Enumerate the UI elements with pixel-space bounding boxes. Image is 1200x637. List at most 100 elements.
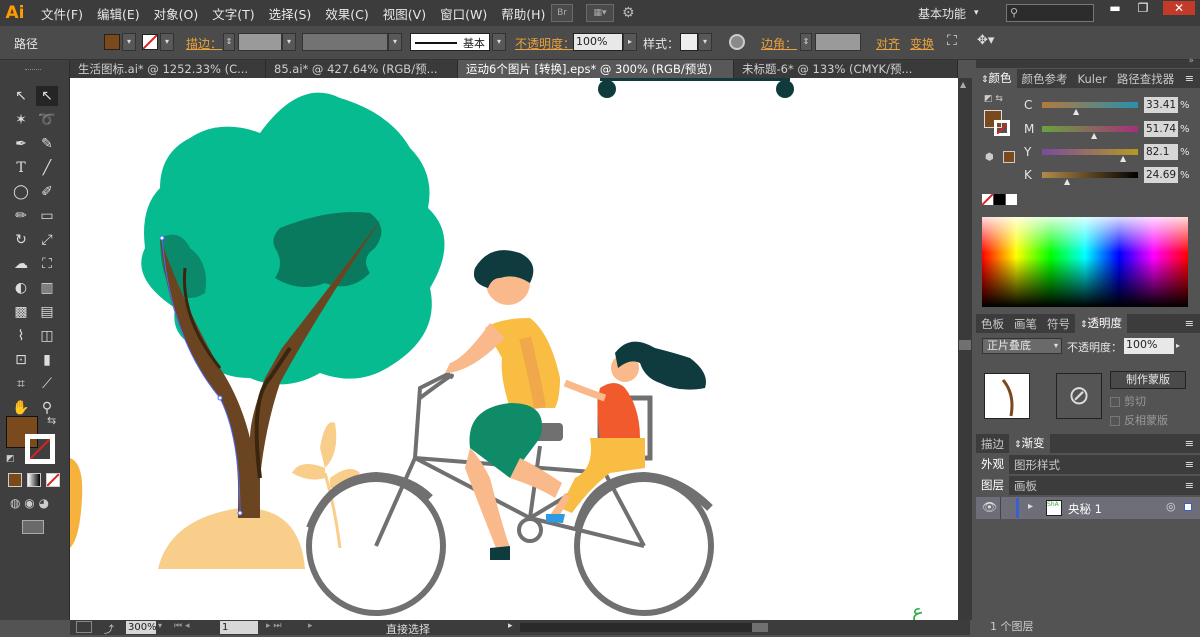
panel-menu-icon[interactable]: ≡ xyxy=(1185,317,1194,330)
slider-m[interactable]: M ▲ 51.74 % xyxy=(1024,120,1194,140)
c-value-input[interactable]: 33.41 xyxy=(1144,97,1178,113)
target-icon[interactable]: ◎ xyxy=(1166,500,1176,513)
eyedropper-tool-icon[interactable]: ⌇ xyxy=(10,326,32,346)
corner-stepper[interactable]: ⇕ xyxy=(800,33,812,51)
none-mode-icon[interactable] xyxy=(46,473,60,487)
magic-wand-tool-icon[interactable]: ✶ xyxy=(10,110,32,130)
slider-c[interactable]: C ▲ 33.41 % xyxy=(1024,96,1194,116)
color-mode-icon[interactable] xyxy=(8,473,22,487)
paintbrush-tool-icon[interactable]: ✐ xyxy=(36,182,58,202)
stroke-swatch[interactable] xyxy=(142,34,158,50)
tab-appearance[interactable]: 外观 xyxy=(976,455,1009,474)
next-page-icon[interactable]: ▸ ⏭ xyxy=(266,621,281,631)
page-input[interactable]: 1 xyxy=(220,621,258,634)
tab-swatches[interactable]: 色板 xyxy=(976,316,1009,332)
c-thumb[interactable]: ▲ xyxy=(1073,107,1079,116)
artboard-tool-icon[interactable]: ⌗ xyxy=(10,374,32,394)
tab-symbols[interactable]: 符号 xyxy=(1042,316,1075,332)
free-transform-tool-icon[interactable]: ⛶ xyxy=(36,254,58,274)
tab-pathfinder[interactable]: 路径查找器 xyxy=(1112,71,1180,87)
scroll-up-icon[interactable]: ▲ xyxy=(960,80,966,89)
menu-object[interactable]: 对象(O) xyxy=(147,4,206,23)
tab-layers[interactable]: 图层 xyxy=(976,476,1009,495)
line-tool-icon[interactable]: ╱ xyxy=(36,158,58,178)
m-track[interactable] xyxy=(1042,126,1138,132)
bridge-button[interactable]: Br xyxy=(551,4,573,22)
menu-select[interactable]: 选择(S) xyxy=(262,4,319,23)
gamut-swatch[interactable] xyxy=(1003,151,1015,163)
pen-tool-icon[interactable]: ✒ xyxy=(10,134,32,154)
close-icon[interactable]: ✕ xyxy=(1163,1,1195,15)
restore-icon[interactable]: ❐ xyxy=(1131,1,1155,15)
menu-effect[interactable]: 效果(C) xyxy=(318,4,375,23)
clip-checkbox[interactable]: 剪切 xyxy=(1110,393,1146,409)
corner-radius-input[interactable] xyxy=(815,33,861,51)
blend-tool-icon[interactable]: ◫ xyxy=(36,326,58,346)
tab-graphic-styles[interactable]: 图形样式 xyxy=(1009,457,1065,473)
stroke-dropdown-icon[interactable]: ▾ xyxy=(160,33,174,51)
color-spectrum[interactable] xyxy=(982,217,1188,307)
type-tool-icon[interactable]: T xyxy=(10,158,32,178)
brush-definition[interactable]: 基本 xyxy=(410,33,490,51)
selected-art-indicator[interactable] xyxy=(1184,503,1192,511)
fill-swatch[interactable] xyxy=(104,34,120,50)
k-value-input[interactable]: 24.69 xyxy=(1144,167,1178,183)
y-value-input[interactable]: 82.1 xyxy=(1144,144,1178,160)
selection-tool-icon[interactable]: ↖ xyxy=(10,86,32,106)
slider-y[interactable]: Y ▲ 82.1 % xyxy=(1024,143,1194,163)
perspective-grid-tool-icon[interactable]: ▥ xyxy=(36,278,58,298)
vertical-scrollbar[interactable]: ▲ xyxy=(958,78,972,620)
white-color-button[interactable] xyxy=(1006,194,1017,205)
tab-artboards[interactable]: 画板 xyxy=(1009,478,1042,494)
menu-edit[interactable]: 编辑(E) xyxy=(90,4,147,23)
transparency-opacity-input[interactable]: 100% xyxy=(1124,338,1174,354)
align-link[interactable]: 对齐 xyxy=(876,35,900,52)
layer-row[interactable]: 👁 ▸ ShA 央秘 1 ◎ xyxy=(976,497,1200,519)
tab-brushes[interactable]: 画笔 xyxy=(1009,316,1042,332)
symbol-sprayer-tool-icon[interactable]: ⊡ xyxy=(10,350,32,370)
drawing-mode-icon[interactable]: ◍ ◉ ◕ xyxy=(10,496,60,512)
blend-mode-select[interactable]: 正片叠底 ▾ xyxy=(982,338,1062,354)
profile-dropdown-icon[interactable]: ▾ xyxy=(388,33,402,51)
canvas[interactable]: ع xyxy=(70,78,958,620)
transform-link[interactable]: 变换 xyxy=(910,35,934,52)
tab-document-3[interactable]: 运动6个图片 [转换].eps* @ 300% (RGB/预览) xyxy=(458,60,734,78)
k-thumb[interactable]: ▲ xyxy=(1064,177,1070,186)
gpu-performance-icon[interactable]: ⚙ xyxy=(622,5,635,21)
stroke-label[interactable]: 描边： xyxy=(186,35,222,52)
default-colors-icon[interactable]: ◩ xyxy=(6,454,15,464)
c-track[interactable] xyxy=(1042,102,1138,108)
help-search-input[interactable]: ⚲ xyxy=(1006,4,1094,22)
panel-menu-icon[interactable]: ≡ xyxy=(1185,72,1194,85)
default-colors-icon[interactable]: ◩ ⇆ xyxy=(984,94,1003,104)
style-dropdown-icon[interactable]: ▾ xyxy=(698,33,712,51)
none-color-button[interactable] xyxy=(981,193,994,206)
m-thumb[interactable]: ▲ xyxy=(1091,131,1097,140)
arrange-documents-icon[interactable]: ▦▾ xyxy=(586,4,614,22)
panel-dock-header[interactable]: » xyxy=(976,56,1200,68)
shape-builder-tool-icon[interactable]: ◐ xyxy=(10,278,32,298)
toolbox-grip[interactable] xyxy=(25,69,41,72)
rotate-tool-icon[interactable]: ↻ xyxy=(10,230,32,250)
tab-color-guide[interactable]: 颜色参考 xyxy=(1017,71,1073,87)
hand-tool-icon[interactable]: ✋ xyxy=(10,398,32,418)
menu-type[interactable]: 文字(T) xyxy=(205,4,261,23)
swap-colors-icon[interactable]: ⇆ xyxy=(47,414,56,427)
first-page-icon[interactable]: ⏮ ◂ xyxy=(174,621,189,631)
artboard[interactable]: ع xyxy=(70,78,958,620)
slider-k[interactable]: K ▲ 24.69 % xyxy=(1024,166,1194,186)
minimize-icon[interactable]: ▬ xyxy=(1103,1,1127,15)
out-of-gamut-icon[interactable]: ⬢ xyxy=(985,152,994,163)
menu-view[interactable]: 视图(V) xyxy=(376,4,433,23)
workspace-switcher[interactable]: 基本功能 ▾ xyxy=(918,3,979,23)
k-track[interactable] xyxy=(1042,172,1138,178)
zoom-dropdown-icon[interactable]: ▾ xyxy=(158,621,162,630)
artboard-nav-icon[interactable] xyxy=(76,621,92,633)
opacity-arrow-icon[interactable]: ▸ xyxy=(623,33,637,51)
page-menu-icon[interactable]: ▸ xyxy=(308,621,313,631)
black-color-button[interactable] xyxy=(994,194,1005,205)
screen-mode-icon[interactable] xyxy=(22,520,44,534)
opacity-input[interactable]: 100% xyxy=(573,33,623,51)
graphic-style-swatch[interactable] xyxy=(680,33,698,51)
gradient-mode-icon[interactable] xyxy=(27,473,41,487)
